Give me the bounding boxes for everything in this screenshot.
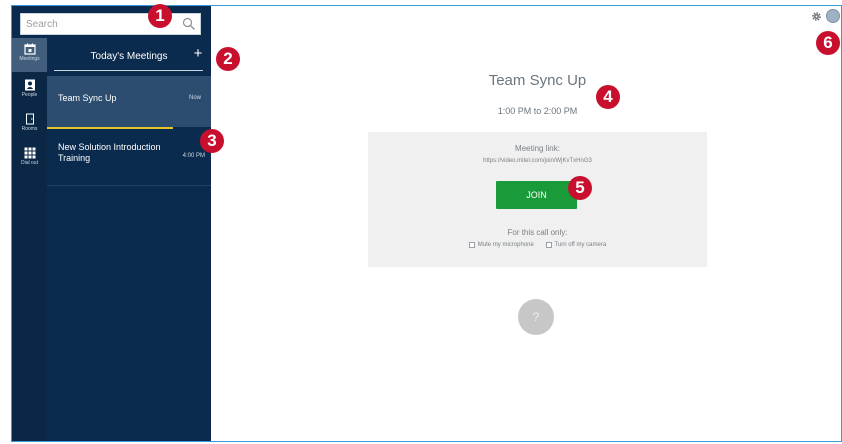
list-title: Today's Meetings [90, 51, 168, 62]
meeting-time: Now [188, 95, 201, 101]
callout-badge-6: 6 [816, 31, 840, 55]
meeting-progress-track [173, 127, 211, 129]
meeting-item-team-sync-up[interactable]: Team Sync Up Now [47, 76, 211, 128]
callout-badge-2: 2 [216, 47, 240, 71]
dialpad-icon [24, 147, 35, 159]
meeting-time-range: 1:00 PM to 2:00 PM [497, 106, 578, 116]
callout-badge-1: 1 [148, 4, 172, 28]
meeting-link-url[interactable]: https://video.mitel.com/join/WjKvTxHnG3 [368, 158, 707, 164]
rail-label-dial-out: Dial out [21, 160, 38, 166]
meeting-progress-bar [47, 127, 173, 129]
contact-card-icon [24, 79, 35, 91]
title-divider [54, 70, 203, 71]
rail-item-dial-out[interactable]: Dial out [12, 142, 47, 176]
join-button[interactable]: JOIN [496, 181, 577, 209]
gear-icon[interactable] [811, 11, 822, 22]
rail-label-people: People [21, 92, 38, 98]
search-icon[interactable] [182, 17, 196, 31]
turn-off-camera-option[interactable]: Turn off my camera [545, 242, 607, 248]
meeting-link-label: Meeting link: [515, 144, 560, 153]
call-options: Mute my microphone Turn off my camera [368, 242, 707, 250]
rail-item-rooms[interactable]: Rooms [12, 108, 47, 142]
search-bar[interactable] [20, 13, 201, 35]
rail-label-rooms: Rooms [21, 126, 38, 132]
meeting-item-new-solution-training[interactable]: New Solution Introduction Training 4:00 … [47, 134, 211, 186]
nav-rail: Meetings People Rooms Dial out [12, 38, 47, 441]
meeting-name: Team Sync Up [58, 93, 117, 103]
callout-badge-3: 3 [200, 129, 224, 153]
rail-item-meetings[interactable]: Meetings [12, 38, 47, 72]
meetings-list-panel: Today's Meetings + Team Sync Up Now New … [47, 38, 211, 441]
avatar[interactable] [826, 9, 840, 23]
door-icon [25, 113, 34, 125]
turn-off-camera-label: Turn off my camera [554, 242, 607, 248]
mute-microphone-label: Mute my microphone [477, 242, 534, 248]
rail-label-meetings: Meetings [19, 56, 40, 62]
rail-item-people[interactable]: People [12, 74, 47, 108]
meeting-title: Team Sync Up [488, 72, 587, 89]
meeting-name: New Solution Introduction Training [58, 142, 161, 163]
turn-off-camera-checkbox[interactable] [545, 242, 552, 248]
call-only-label: For this call only: [507, 228, 568, 237]
add-meeting-button[interactable]: + [191, 45, 205, 63]
help-button[interactable]: ? [518, 299, 554, 335]
callout-badge-5: 5 [568, 176, 592, 200]
calendar-icon [23, 43, 36, 55]
mute-microphone-checkbox[interactable] [468, 242, 475, 248]
meeting-join-card: Meeting link: https://video.mitel.com/jo… [368, 132, 707, 267]
callout-badge-4: 4 [596, 85, 620, 109]
mute-microphone-option[interactable]: Mute my microphone [468, 242, 534, 248]
meeting-time: 4:00 PM [182, 153, 205, 159]
